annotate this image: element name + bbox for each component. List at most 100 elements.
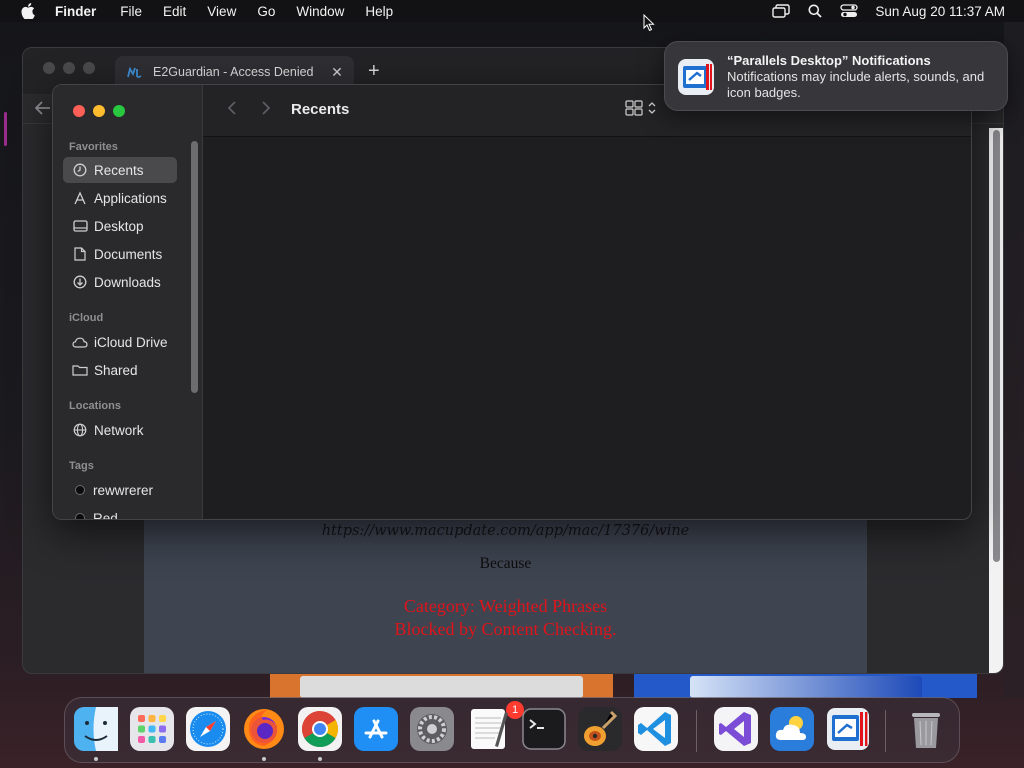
notification-banner[interactable]: “Parallels Desktop” Notifications Notifi… xyxy=(664,41,1008,111)
sidebar-item-label: Applications xyxy=(94,190,167,206)
sidebar-item-desktop[interactable]: Desktop xyxy=(63,213,177,239)
sidebar-item-network[interactable]: Network xyxy=(63,417,177,443)
globe-icon xyxy=(72,422,88,438)
browser-close-button[interactable] xyxy=(43,62,55,74)
browser-scrollbar[interactable] xyxy=(989,128,1003,673)
dock-separator xyxy=(696,710,697,752)
sidebar-item-tag-rewwrerer[interactable]: rewwrerer xyxy=(63,477,177,503)
dock-visual-studio-icon[interactable] xyxy=(713,706,759,752)
dock-safari-icon[interactable] xyxy=(185,706,231,752)
menu-window[interactable]: Window xyxy=(296,4,344,19)
sidebar-item-label: iCloud Drive xyxy=(94,334,168,350)
parallels-desktop-icon xyxy=(677,58,715,96)
spotlight-search-icon[interactable] xyxy=(805,0,825,22)
menu-help[interactable]: Help xyxy=(365,4,393,19)
dock-system-settings-icon[interactable] xyxy=(409,706,455,752)
sidebar-item-label: Desktop xyxy=(94,218,144,234)
finder-minimize-button[interactable] xyxy=(93,105,105,117)
sidebar-item-icloud-drive[interactable]: iCloud Drive xyxy=(63,329,177,355)
desktop-icon xyxy=(72,218,88,234)
dock-separator xyxy=(885,710,886,752)
view-mode-button[interactable] xyxy=(625,99,661,121)
dock-weather-icon[interactable] xyxy=(769,706,815,752)
tab-title: E2Guardian - Access Denied xyxy=(153,65,314,79)
menu-file[interactable]: File xyxy=(120,4,142,19)
sidebar-item-label: rewwrerer xyxy=(93,482,154,498)
desktop-edge xyxy=(1004,22,1024,698)
finder-window-title: Recents xyxy=(291,101,350,118)
because-label: Because xyxy=(479,555,532,572)
menu-app-finder[interactable]: Finder xyxy=(55,4,96,19)
sidebar-item-label: Downloads xyxy=(94,274,161,290)
control-center-icon[interactable] xyxy=(839,0,859,22)
dock-running-indicator xyxy=(94,757,98,761)
browser-minimize-button[interactable] xyxy=(63,62,75,74)
sidebar-scrollbar[interactable] xyxy=(191,141,198,393)
sidebar-item-downloads[interactable]: Downloads xyxy=(63,269,177,295)
chevron-updown-icon xyxy=(648,101,656,120)
menu-edit[interactable]: Edit xyxy=(163,4,186,19)
block-reason: Category: Weighted Phrases Blocked by Co… xyxy=(144,595,867,641)
sidebar-item-label: Red xyxy=(93,510,118,520)
sidebar-item-label: Documents xyxy=(94,246,163,262)
cloud-icon xyxy=(72,334,88,350)
dock-textedit-icon[interactable] xyxy=(465,706,511,752)
browser-scrollbar-thumb[interactable] xyxy=(993,130,1000,562)
finder-close-button[interactable] xyxy=(73,105,85,117)
sidebar-section-favorites: Favorites xyxy=(69,141,118,153)
dock-terminal-icon[interactable] xyxy=(521,706,567,752)
clock-icon xyxy=(72,162,88,178)
sidebar-section-icloud: iCloud xyxy=(69,312,104,324)
sidebar-item-shared[interactable]: Shared xyxy=(63,357,177,383)
dock: 1 xyxy=(64,697,960,763)
window-thumbnail-left xyxy=(270,674,613,698)
blocked-url: https://www.macupdate.com/app/mac/17376/… xyxy=(321,523,690,539)
dock-garageband-icon[interactable] xyxy=(577,706,623,752)
back-chevron-icon[interactable] xyxy=(227,100,237,121)
tag-color-dot xyxy=(75,513,85,519)
sidebar-item-label: Network xyxy=(94,422,144,438)
forward-chevron-icon[interactable] xyxy=(261,100,271,121)
menu-view[interactable]: View xyxy=(207,4,236,19)
shared-folder-icon xyxy=(72,362,88,378)
sidebar-section-tags: Tags xyxy=(69,460,94,472)
menu-bar: Finder File Edit View Go Window Help Sun… xyxy=(0,0,1024,22)
dock-chrome-icon[interactable] xyxy=(297,706,343,752)
sidebar-item-label: Shared xyxy=(94,362,138,378)
document-icon xyxy=(72,246,88,262)
dock-running-indicator xyxy=(262,757,266,761)
sidebar-item-tag-red[interactable]: Red xyxy=(63,505,177,520)
browser-maximize-button[interactable] xyxy=(83,62,95,74)
dock-vscode-icon[interactable] xyxy=(633,706,679,752)
menu-bar-clock[interactable]: Sun Aug 20 11:37 AM xyxy=(875,4,1005,19)
sidebar-item-applications[interactable]: Applications xyxy=(63,185,177,211)
finder-window: Favorites Recents Applications Desktop D… xyxy=(52,84,972,520)
dock-firefox-icon[interactable] xyxy=(241,706,287,752)
tag-color-dot xyxy=(75,485,85,495)
sidebar-item-recents[interactable]: Recents xyxy=(63,157,177,183)
dock-parallels-icon[interactable] xyxy=(825,706,871,752)
grid-view-icon xyxy=(625,99,643,121)
block-method: Blocked by Content Checking. xyxy=(394,619,617,639)
block-category: Category: Weighted Phrases xyxy=(403,596,608,616)
dock-finder-icon[interactable] xyxy=(73,706,119,752)
dock-launchpad-icon[interactable] xyxy=(129,706,175,752)
finder-file-area[interactable] xyxy=(203,137,971,519)
browser-back-icon[interactable] xyxy=(34,99,51,120)
dock-running-indicator xyxy=(318,757,322,761)
finder-sidebar: Favorites Recents Applications Desktop D… xyxy=(53,85,203,519)
new-tab-button[interactable]: + xyxy=(368,61,380,81)
sidebar-item-documents[interactable]: Documents xyxy=(63,241,177,267)
mouse-cursor-icon xyxy=(643,13,655,37)
apple-menu-icon[interactable] xyxy=(19,2,37,20)
menu-go[interactable]: Go xyxy=(257,4,275,19)
tab-close-icon[interactable]: ✕ xyxy=(328,64,346,81)
screen-mirroring-icon[interactable] xyxy=(771,0,791,22)
notification-body: Notifications may include alerts, sounds… xyxy=(727,69,985,100)
dock-trash-icon[interactable] xyxy=(903,706,949,752)
window-edge-accent xyxy=(4,112,7,146)
applications-icon xyxy=(72,190,88,206)
finder-maximize-button[interactable] xyxy=(113,105,125,117)
dock-app-store-icon[interactable] xyxy=(353,706,399,752)
sidebar-section-locations: Locations xyxy=(69,400,121,412)
